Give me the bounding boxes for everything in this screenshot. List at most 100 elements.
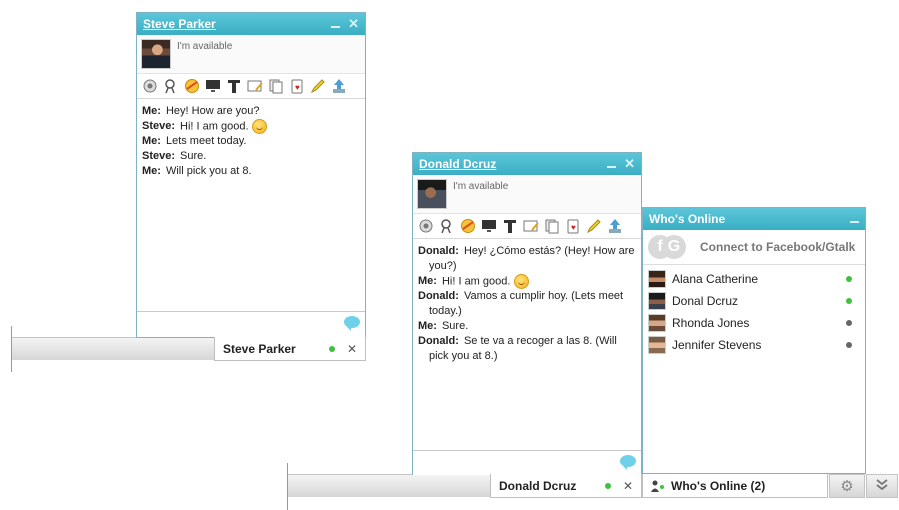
buddy-item[interactable]: Jennifer Stevens (643, 334, 865, 356)
chat-window-header[interactable]: Donald Dcruz ✕ (413, 153, 641, 175)
taskbar-left-edge (11, 326, 12, 372)
close-icon[interactable]: ✕ (624, 157, 635, 170)
avatar (417, 179, 447, 209)
cards-icon[interactable]: ♥ (565, 218, 581, 234)
smiley-icon[interactable] (460, 218, 476, 234)
profile-area: I'm available (413, 175, 641, 214)
text-format-icon[interactable] (502, 218, 518, 234)
taskbar-left (11, 337, 216, 360)
video-call-icon[interactable] (163, 78, 179, 94)
message-list: Donald: Hey! ¿Cómo estás? (Hey! How are y… (413, 239, 641, 364)
chat-toolbar: ♥ (137, 74, 365, 99)
screen-share-icon[interactable] (481, 218, 497, 234)
webcam-icon[interactable] (418, 218, 434, 234)
upload-icon[interactable] (331, 78, 347, 94)
collapse-button[interactable] (866, 474, 898, 498)
chat-bubble-icon[interactable] (344, 316, 360, 331)
connect-label[interactable]: Connect to Facebook/Gtalk (700, 240, 855, 254)
close-icon[interactable]: ✕ (347, 342, 357, 356)
cards-icon[interactable]: ♥ (289, 78, 305, 94)
upload-icon[interactable] (607, 218, 623, 234)
message: Steve: Hi! I am good. (142, 119, 360, 134)
message-input[interactable] (413, 450, 641, 475)
connect-bar[interactable]: fG Connect to Facebook/Gtalk (643, 230, 865, 265)
offline-status-icon (846, 320, 852, 326)
chat-title[interactable]: Donald Dcruz (419, 157, 607, 171)
chat-window-donald: Donald Dcruz ✕ I'm available ♥ Donald: He… (412, 152, 642, 475)
buddy-item[interactable]: Alana Catherine (643, 268, 865, 290)
buddy-name: Alana Catherine (672, 272, 759, 286)
svg-text:♥: ♥ (295, 83, 300, 92)
gear-icon: ⚙ (840, 478, 854, 495)
online-status-icon (846, 276, 852, 282)
clipboard-icon[interactable] (268, 78, 284, 94)
status-message: I'm available (453, 181, 509, 192)
minimize-icon[interactable] (607, 166, 617, 168)
whiteboard-icon[interactable] (523, 218, 539, 234)
message: Me: Lets meet today. (142, 135, 247, 148)
avatar (141, 39, 171, 69)
pencil-icon[interactable] (310, 78, 326, 94)
minimize-icon[interactable] (850, 221, 859, 223)
buddy-list: Alana Catherine Donal Dcruz Rhonda Jones… (643, 265, 865, 356)
minimize-icon[interactable] (331, 26, 341, 28)
whiteboard-icon[interactable] (247, 78, 263, 94)
chat-tab-steve[interactable]: Steve Parker ✕ (214, 337, 366, 361)
clipboard-icon[interactable] (544, 218, 560, 234)
webcam-icon[interactable] (142, 78, 158, 94)
whos-online-tab-label: Who's Online (2) (671, 478, 766, 493)
buddy-name: Rhonda Jones (672, 316, 750, 330)
settings-button[interactable]: ⚙ (829, 474, 865, 498)
avatar (648, 270, 666, 288)
users-icon (651, 480, 665, 492)
avatar (648, 336, 666, 354)
message: Donald: Vamos a cumplir hoy. (Lets meet t… (418, 290, 624, 318)
chat-toolbar: ♥ (413, 214, 641, 239)
message: Steve: Sure. (142, 150, 207, 163)
text-format-icon[interactable] (226, 78, 242, 94)
video-call-icon[interactable] (439, 218, 455, 234)
buddy-name: Donal Dcruz (672, 294, 739, 308)
whos-online-window: Who's Online fG Connect to Facebook/Gtal… (642, 207, 866, 474)
message-list: Me: Hey! How are you? Steve: Hi! I am good… (137, 99, 365, 179)
online-status-icon (604, 482, 611, 489)
smiley-icon[interactable] (184, 78, 200, 94)
chat-title[interactable]: Steve Parker (143, 17, 331, 31)
close-icon[interactable]: ✕ (623, 479, 633, 493)
taskbar-right-edge (287, 463, 288, 510)
smiley-icon (251, 119, 267, 134)
chat-tab-donald[interactable]: Donald Dcruz ✕ (490, 474, 642, 498)
svg-text:♥: ♥ (571, 223, 576, 232)
offline-status-icon (846, 342, 852, 348)
whos-online-title: Who's Online (649, 212, 726, 226)
status-message: I'm available (177, 41, 233, 52)
message: Donald: Se te va a recoger a las 8. (Will… (418, 335, 617, 363)
tab-label: Donald Dcruz (499, 478, 577, 493)
message: Me: Sure. (418, 320, 469, 333)
chat-window-steve: Steve Parker ✕ I'm available ♥ Me: Hey! H… (136, 12, 366, 338)
message-input[interactable] (137, 311, 365, 336)
profile-area: I'm available (137, 35, 365, 74)
tab-label: Steve Parker (223, 341, 296, 356)
message: Donald: Hey! ¿Cómo estás? (Hey! How are y… (418, 245, 635, 272)
buddy-item[interactable]: Donal Dcruz (643, 290, 865, 312)
smiley-icon (513, 274, 529, 289)
whos-online-header[interactable]: Who's Online (643, 208, 865, 230)
pencil-icon[interactable] (586, 218, 602, 234)
facebook-gtalk-icon: fG (648, 235, 686, 259)
taskbar-right (288, 474, 491, 497)
message: Me: Hey! How are you? (142, 105, 260, 117)
chat-window-header[interactable]: Steve Parker ✕ (137, 13, 365, 35)
double-chevron-down-icon (876, 478, 888, 494)
whos-online-tab[interactable]: Who's Online (2) (642, 474, 828, 498)
screen-share-icon[interactable] (205, 78, 221, 94)
avatar (648, 314, 666, 332)
online-status-icon (846, 298, 852, 304)
message: Me: Hi! I am good. (418, 274, 636, 289)
online-status-icon (328, 345, 335, 352)
chat-bubble-icon[interactable] (620, 455, 636, 470)
message: Me: Will pick you at 8. (142, 165, 252, 178)
buddy-name: Jennifer Stevens (672, 338, 762, 352)
close-icon[interactable]: ✕ (348, 17, 359, 30)
buddy-item[interactable]: Rhonda Jones (643, 312, 865, 334)
